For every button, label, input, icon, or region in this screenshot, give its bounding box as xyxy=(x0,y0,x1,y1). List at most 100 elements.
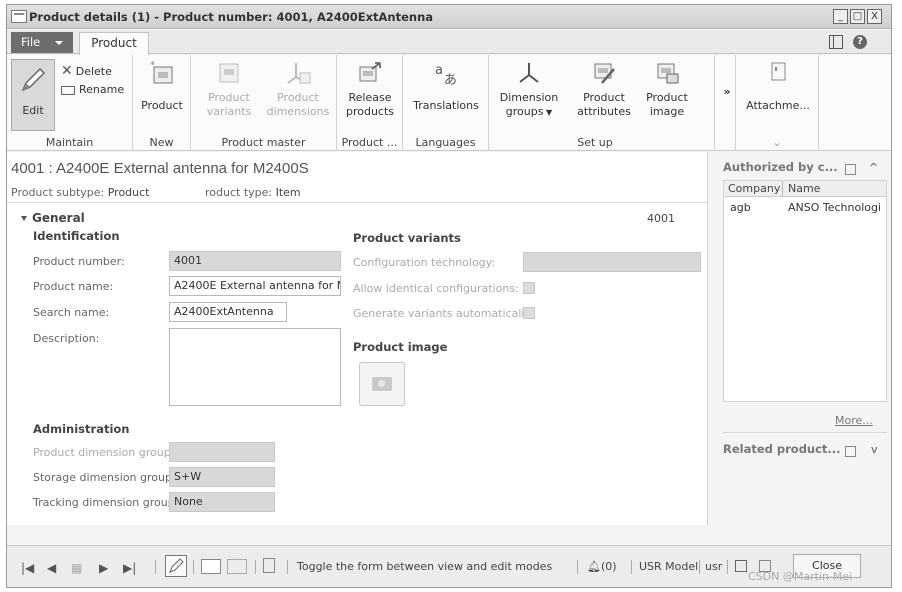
search-name-field[interactable]: A2400ExtAntenna xyxy=(169,302,287,322)
maximize-button[interactable]: □ xyxy=(850,9,865,24)
identification-title: Identification xyxy=(33,229,120,243)
status-separator xyxy=(155,560,156,574)
release-label-1: Release xyxy=(348,91,392,104)
product-dimensions-button[interactable]: Product dimensions xyxy=(263,59,333,119)
details-view-icon[interactable] xyxy=(201,559,221,574)
column-company[interactable]: Company xyxy=(728,182,780,195)
product-dimension-group-label: Product dimension group: xyxy=(33,446,175,459)
product-details-window: Product details (1) - Product number: 40… xyxy=(6,4,892,588)
product-name-field[interactable]: A2400E External antenna for M2 xyxy=(169,276,341,296)
product-dimensions-label-2: dimensions xyxy=(266,105,330,118)
product-image-button-placeholder[interactable] xyxy=(359,362,405,406)
dimension-groups-button[interactable]: Dimension groups ▼ xyxy=(495,59,563,120)
product-type: roduct type: Item xyxy=(205,186,301,199)
new-product-icon: * xyxy=(148,59,176,87)
rename-label: Rename xyxy=(79,83,125,96)
product-variants-button[interactable]: Product variants xyxy=(197,59,261,119)
title-bar: Product details (1) - Product number: 40… xyxy=(7,5,891,29)
generate-variants-label: Generate variants automatically: xyxy=(353,307,534,320)
rename-icon xyxy=(61,85,75,95)
pane-splitter[interactable] xyxy=(707,152,708,525)
product-variants-icon xyxy=(215,59,243,87)
ribbon-overflow-button[interactable]: » xyxy=(721,85,733,99)
rename-button[interactable]: Rename xyxy=(61,83,124,96)
more-link[interactable]: More... xyxy=(835,414,873,427)
general-section-summary: 4001 xyxy=(647,212,675,225)
svg-text:a: a xyxy=(435,63,443,78)
group-label-product-master: Product master xyxy=(221,136,306,149)
bell-icon: 🔔︎ xyxy=(587,560,601,573)
ribbon-group-setup: Dimension groups ▼ Product attributes Pr… xyxy=(489,55,715,151)
allow-identical-configurations-checkbox[interactable] xyxy=(523,282,535,294)
pencil-icon xyxy=(19,66,47,94)
edit-mode-toggle-button[interactable] xyxy=(165,555,187,577)
tracking-dimension-group-field[interactable]: None xyxy=(169,492,275,512)
description-field[interactable] xyxy=(169,328,341,406)
release-products-button[interactable]: Release products xyxy=(341,59,399,119)
header-divider xyxy=(7,202,707,203)
tab-product[interactable]: Product xyxy=(79,32,149,55)
dimension-groups-label-2: groups xyxy=(505,105,544,118)
configuration-technology-field[interactable] xyxy=(523,252,701,272)
status-separator xyxy=(699,560,700,574)
chevron-up-icon[interactable]: ^ xyxy=(869,161,878,174)
product-attributes-icon xyxy=(590,59,618,87)
last-record-icon[interactable]: ▶| xyxy=(123,561,136,575)
row-company[interactable]: agb xyxy=(730,201,751,214)
product-image-title: Product image xyxy=(353,340,448,354)
product-attributes-label-1: Product xyxy=(583,91,625,104)
product-number-field[interactable]: 4001 xyxy=(169,251,341,271)
attachments-group-chevron[interactable]: ⌄ xyxy=(736,136,818,149)
previous-record-icon[interactable]: ◀ xyxy=(47,561,56,575)
attachments-button[interactable]: Attachme... xyxy=(742,59,814,113)
first-record-icon[interactable]: |◀ xyxy=(21,561,34,575)
chevron-down-icon[interactable]: v xyxy=(871,443,878,456)
notifications-count: (0) xyxy=(600,560,617,573)
column-name[interactable]: Name xyxy=(788,182,820,195)
form-icon xyxy=(11,10,27,23)
pencil-icon xyxy=(168,558,184,574)
document-icon[interactable] xyxy=(263,558,275,573)
storage-dimension-group-field[interactable]: S+W xyxy=(169,467,275,487)
caret-down-icon: ▼ xyxy=(543,108,553,117)
help-icon[interactable]: ? xyxy=(853,35,867,49)
product-label: Product xyxy=(141,99,183,112)
ribbon-group-maintain: Edit ✕ Delete Rename Maintain xyxy=(7,55,133,151)
product-image-label-1: Product xyxy=(646,91,688,104)
row-name[interactable]: ANSO Technologi xyxy=(788,201,881,214)
factbox-options-icon[interactable] xyxy=(845,164,856,175)
notifications-status[interactable]: 🔔︎(0) xyxy=(587,560,617,573)
authorized-factbox-title[interactable]: Authorized by c... xyxy=(723,160,838,174)
new-product-button[interactable]: * Product xyxy=(139,59,185,113)
grid-layout-icon[interactable] xyxy=(227,559,247,574)
layout-toggle-icon[interactable] xyxy=(829,35,843,49)
product-variants-title: Product variants xyxy=(353,231,461,245)
generate-variants-checkbox[interactable] xyxy=(523,307,535,319)
chevron-down-icon xyxy=(55,41,63,45)
model-status: USR Model xyxy=(639,560,699,573)
ribbon-tabs: File Product ? xyxy=(7,30,891,55)
product-attributes-button[interactable]: Product attributes xyxy=(573,59,635,119)
minimize-button[interactable]: _ xyxy=(833,9,848,24)
product-image-button[interactable]: Product image xyxy=(639,59,695,119)
grid-view-icon[interactable]: ▦ xyxy=(71,561,82,575)
related-products-factbox-title[interactable]: Related product... xyxy=(723,442,841,456)
file-menu-label: File xyxy=(21,35,41,49)
status-separator xyxy=(255,560,256,574)
factbox-options-icon-2[interactable] xyxy=(845,446,856,457)
calculator-icon[interactable] xyxy=(735,560,747,572)
tracking-dimension-group-label: Tracking dimension group: xyxy=(33,496,179,509)
description-label: Description: xyxy=(33,332,100,345)
status-separator xyxy=(631,560,632,574)
file-menu-tab[interactable]: File xyxy=(11,32,73,53)
delete-button[interactable]: ✕ Delete xyxy=(61,63,112,79)
translations-button[interactable]: aあ Translations xyxy=(407,59,485,113)
user-status: usr xyxy=(705,560,723,573)
general-section-header[interactable]: General xyxy=(21,211,85,225)
product-dimension-group-field[interactable] xyxy=(169,442,275,462)
status-separator xyxy=(727,560,728,574)
close-window-button[interactable]: X xyxy=(867,9,882,24)
next-record-icon[interactable]: ▶ xyxy=(99,561,108,575)
edit-button[interactable]: Edit xyxy=(11,59,55,131)
product-type-value: Item xyxy=(275,186,301,199)
